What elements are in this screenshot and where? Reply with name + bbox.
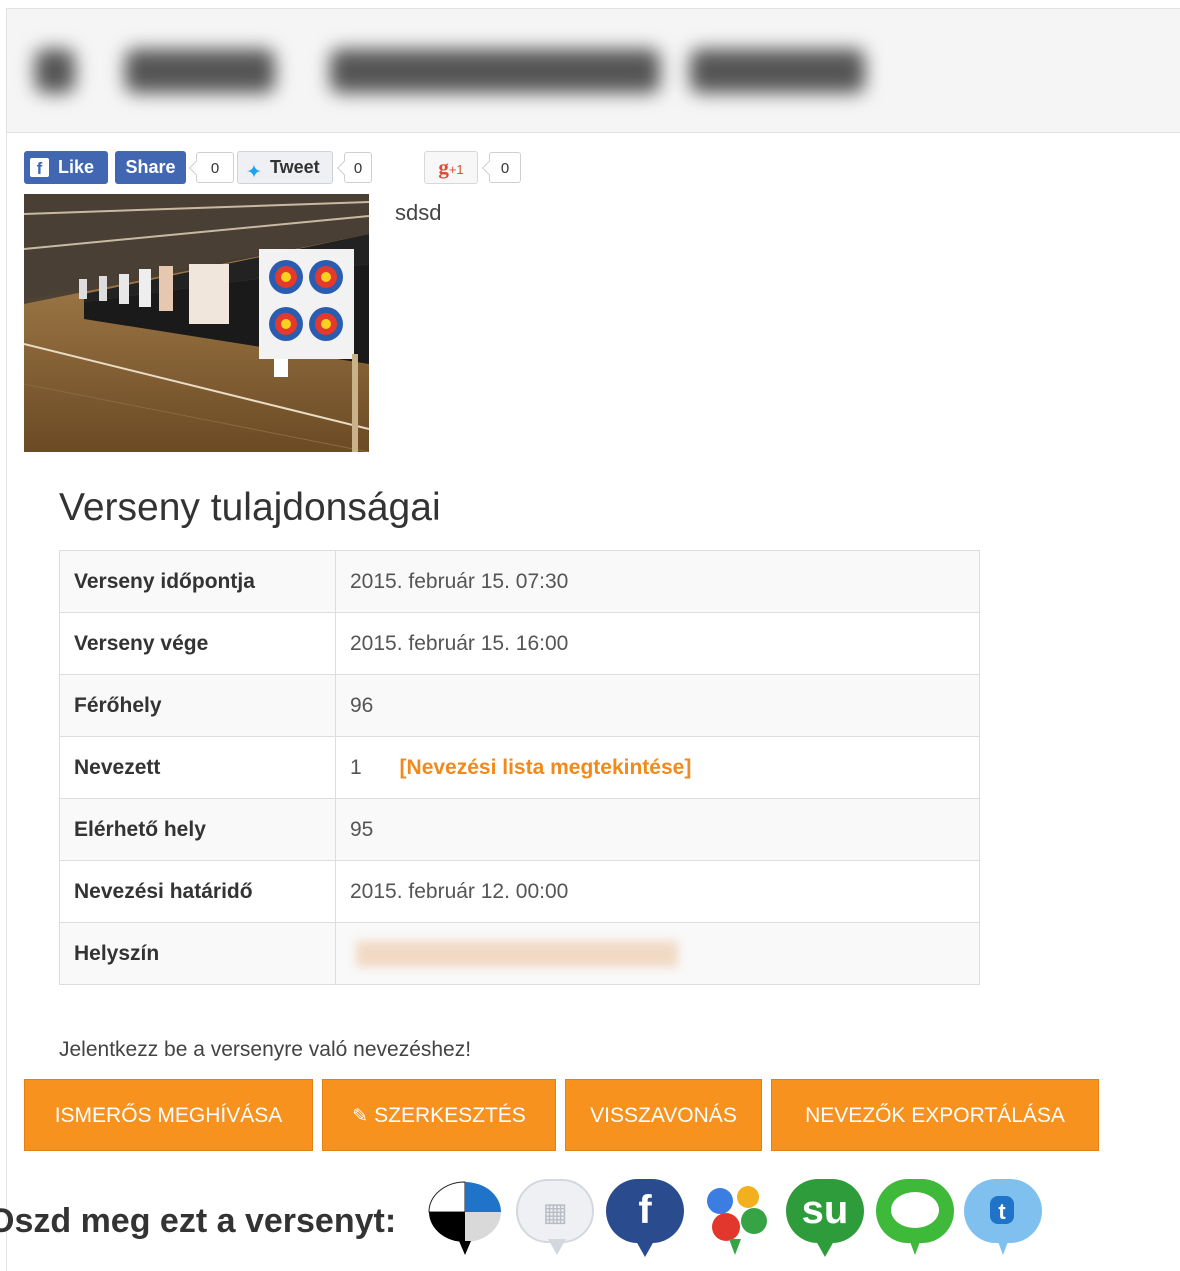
withdraw-label: VISSZAVONÁS bbox=[590, 1104, 737, 1127]
property-value: 2015. február 15. 07:30 bbox=[335, 550, 980, 613]
facebook-count: 0 bbox=[196, 152, 234, 183]
invite-friend-button[interactable]: ISMERŐS MEGHÍVÁSA bbox=[24, 1079, 313, 1151]
pencil-icon: ✎ bbox=[352, 1106, 369, 1127]
tweet-button[interactable]: ✦ Tweet bbox=[237, 151, 333, 184]
edit-button[interactable]: ✎ SZERKESZTÉS bbox=[322, 1079, 556, 1151]
tweet-label: Tweet bbox=[270, 157, 320, 177]
google-plus-count: 0 bbox=[489, 152, 521, 183]
share-label: Oszd meg ezt a versenyt: bbox=[0, 1202, 397, 1240]
withdraw-button[interactable]: VISSZAVONÁS bbox=[565, 1079, 762, 1151]
blurred-location bbox=[356, 940, 678, 967]
tweet-count: 0 bbox=[344, 152, 372, 183]
event-photo bbox=[24, 194, 369, 452]
archery-range-image bbox=[24, 194, 369, 452]
property-value: 1 bbox=[350, 755, 362, 779]
facebook-icon[interactable]: f bbox=[606, 1179, 684, 1257]
facebook-share-button[interactable]: Share bbox=[115, 151, 186, 184]
property-label: Elérhető hely bbox=[59, 798, 336, 861]
like-label: Like bbox=[58, 157, 95, 177]
table-row: Verseny vége 2015. február 15. 16:00 bbox=[59, 612, 980, 675]
stumbleupon-icon[interactable]: su bbox=[786, 1179, 864, 1257]
event-description: sdsd bbox=[395, 200, 442, 225]
table-row: Férőhely 96 bbox=[59, 674, 980, 737]
table-row: Nevezett 1 [Nevezési lista megtekintése] bbox=[59, 736, 980, 799]
property-value: 2015. február 12. 00:00 bbox=[335, 860, 980, 923]
property-label: Helyszín bbox=[59, 922, 336, 985]
gplus-label: +1 bbox=[448, 162, 464, 177]
digg-icon[interactable]: ▦ bbox=[516, 1179, 594, 1255]
table-row: Elérhető hely 95 bbox=[59, 798, 980, 861]
export-entrants-button[interactable]: NEVEZŐK EXPORTÁLÁSA bbox=[771, 1079, 1099, 1151]
property-value-cell: 1 [Nevezési lista megtekintése] bbox=[335, 736, 980, 799]
facebook-like-button[interactable]: f Like bbox=[24, 151, 108, 184]
property-value: 95 bbox=[335, 798, 980, 861]
delicious-icon[interactable] bbox=[426, 1179, 504, 1255]
location-value-blurred bbox=[335, 922, 980, 985]
property-label: Nevezett bbox=[59, 736, 336, 799]
svg-text:t: t bbox=[998, 1199, 1006, 1224]
table-row: Helyszín bbox=[59, 922, 980, 985]
property-value: 96 bbox=[335, 674, 980, 737]
google-plus-button[interactable]: g+1 bbox=[424, 151, 478, 184]
header-title-blurred bbox=[35, 35, 865, 107]
export-label: NEVEZŐK EXPORTÁLÁSA bbox=[805, 1104, 1065, 1127]
twitter-icon[interactable]: t bbox=[964, 1179, 1042, 1255]
page-header bbox=[6, 8, 1180, 133]
twitter-bird-icon: ✦ bbox=[246, 162, 262, 183]
property-label: Verseny időpontja bbox=[59, 550, 336, 613]
invite-label: ISMERŐS MEGHÍVÁSA bbox=[54, 1104, 283, 1127]
chat-icon[interactable] bbox=[876, 1179, 954, 1255]
property-label: Nevezési határidő bbox=[59, 860, 336, 923]
share-label: Share bbox=[125, 157, 176, 177]
property-value: 2015. február 15. 16:00 bbox=[335, 612, 980, 675]
table-row: Nevezési határidő 2015. február 12. 00:0… bbox=[59, 860, 980, 923]
content-border bbox=[6, 133, 7, 1271]
property-label: Verseny vége bbox=[59, 612, 336, 675]
properties-table: Verseny időpontja 2015. február 15. 07:3… bbox=[59, 550, 980, 985]
entry-list-link[interactable]: [Nevezési lista megtekintése] bbox=[400, 756, 692, 779]
google-plus-g-icon: g bbox=[438, 155, 449, 179]
login-note: Jelentkezz be a versenyre való nevezéshe… bbox=[59, 1038, 472, 1061]
edit-label: SZERKESZTÉS bbox=[374, 1104, 526, 1127]
table-row: Verseny időpontja 2015. február 15. 07:3… bbox=[59, 550, 980, 613]
properties-title: Verseny tulajdonságai bbox=[59, 486, 441, 529]
google-icon[interactable] bbox=[696, 1179, 774, 1255]
facebook-icon: f bbox=[30, 158, 49, 178]
property-label: Férőhely bbox=[59, 674, 336, 737]
